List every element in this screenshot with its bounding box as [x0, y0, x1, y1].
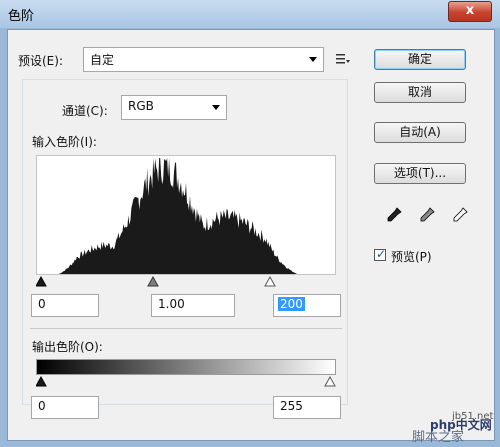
chevron-down-icon — [309, 57, 317, 62]
output-shadow-value: 0 — [38, 399, 46, 413]
channel-label: 通道(C): — [60, 102, 110, 119]
input-slider-track[interactable] — [36, 276, 336, 287]
watermark-brand2: php中文网 — [430, 418, 492, 432]
preset-menu-icon[interactable] — [336, 53, 350, 65]
preview-checkbox[interactable]: ✓ — [374, 247, 387, 261]
output-highlight-handle — [324, 376, 336, 387]
preset-value: 自定 — [90, 53, 115, 67]
levels-dialog: 色阶 x 预设(E): 自定 通道(C): RGB 输入色阶(I): 0 1.0… — [0, 0, 500, 447]
input-highlight-field[interactable]: 200 — [273, 294, 341, 317]
output-levels-label: 输出色阶(O): — [32, 340, 103, 354]
input-highlight-handle — [264, 276, 276, 287]
window-title: 色阶 — [8, 9, 35, 24]
options-button[interactable]: 选项(T)... — [374, 163, 466, 184]
histogram — [36, 155, 336, 275]
input-shadow-value: 0 — [38, 297, 46, 311]
input-midtone-value: 1.00 — [158, 297, 185, 311]
histogram-shape — [37, 157, 335, 274]
close-button[interactable]: x — [448, 1, 492, 22]
preview-label: 预览(P) — [391, 250, 432, 264]
title-bar: 色阶 x — [0, 0, 500, 28]
output-shadow-handle — [36, 376, 47, 387]
ok-button[interactable]: 确定 — [374, 49, 466, 70]
preset-dropdown[interactable]: 自定 — [83, 47, 324, 72]
cancel-button[interactable]: 取消 — [374, 82, 466, 103]
input-shadow-field[interactable]: 0 — [31, 294, 99, 317]
black-eyedropper-icon[interactable] — [385, 206, 403, 224]
input-midtone-handle — [147, 276, 159, 287]
output-highlight-value: 255 — [280, 399, 303, 413]
input-shadow-handle — [36, 276, 47, 287]
gray-eyedropper-icon[interactable] — [418, 206, 436, 224]
output-gradient-bar — [36, 359, 336, 375]
input-midtone-field[interactable]: 1.00 — [151, 294, 235, 317]
input-highlight-value: 200 — [278, 297, 305, 311]
output-highlight-field[interactable]: 255 — [273, 396, 341, 419]
output-slider-track[interactable] — [36, 376, 336, 387]
channel-dropdown[interactable]: RGB — [121, 95, 227, 120]
channel-value: RGB — [128, 99, 154, 113]
chevron-down-icon — [212, 105, 220, 110]
checkmark-icon: ✓ — [376, 247, 387, 261]
divider — [30, 328, 342, 329]
auto-button[interactable]: 自动(A) — [374, 122, 466, 143]
white-eyedropper-icon[interactable] — [451, 206, 469, 224]
input-levels-label: 输入色阶(I): — [32, 135, 97, 149]
preset-label: 预设(E): — [18, 54, 63, 68]
output-shadow-field[interactable]: 0 — [31, 396, 99, 419]
